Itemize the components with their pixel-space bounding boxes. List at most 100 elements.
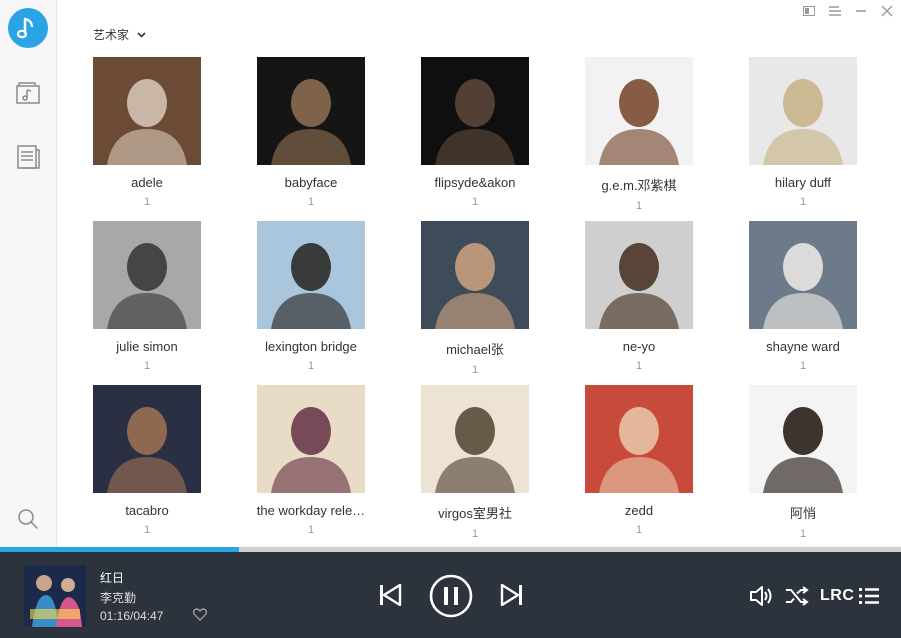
artist-song-count: 1 bbox=[307, 524, 315, 536]
artist-song-count: 1 bbox=[635, 524, 643, 536]
music-folder-icon bbox=[16, 82, 40, 104]
artist-name: g.e.m.邓紫棋 bbox=[601, 178, 677, 193]
artist-name: flipsyde&akon bbox=[434, 175, 516, 190]
artist-card[interactable]: adele 1 bbox=[93, 57, 201, 208]
mini-mode-button[interactable] bbox=[801, 4, 817, 18]
artist-card[interactable]: the workday rele… 1 bbox=[257, 385, 365, 536]
artist-photo bbox=[749, 57, 857, 165]
window-controls bbox=[801, 4, 895, 18]
next-track-button[interactable] bbox=[499, 582, 525, 608]
artist-card[interactable]: hilary duff 1 bbox=[749, 57, 857, 208]
skip-forward-icon bbox=[500, 584, 522, 606]
artist-card[interactable]: 阿悄 1 bbox=[749, 385, 857, 540]
artist-photo bbox=[585, 385, 693, 493]
artist-photo bbox=[585, 221, 693, 329]
volume-icon bbox=[750, 586, 772, 606]
artist-card[interactable]: julie simon 1 bbox=[93, 221, 201, 372]
artist-photo bbox=[421, 221, 529, 329]
artist-song-count: 1 bbox=[799, 196, 807, 208]
track-time: 01:16/04:47 bbox=[100, 609, 164, 623]
artist-song-count: 1 bbox=[143, 196, 151, 208]
close-button[interactable] bbox=[879, 4, 895, 18]
pause-icon bbox=[429, 574, 473, 618]
artist-song-count: 1 bbox=[635, 360, 643, 372]
artist-name: michael张 bbox=[446, 342, 504, 357]
minimize-button[interactable] bbox=[853, 4, 869, 18]
artist-song-count: 1 bbox=[143, 360, 151, 372]
favorite-button[interactable] bbox=[193, 608, 209, 624]
close-icon bbox=[881, 5, 893, 17]
artist-song-count: 1 bbox=[799, 360, 807, 372]
artist-card[interactable]: flipsyde&akon 1 bbox=[421, 57, 529, 208]
artist-card[interactable]: babyface 1 bbox=[257, 57, 365, 208]
shuffle-button[interactable] bbox=[784, 584, 810, 608]
chevron-down-icon bbox=[137, 31, 146, 38]
mini-mode-icon bbox=[803, 6, 815, 16]
artist-photo bbox=[93, 221, 201, 329]
artist-photo bbox=[749, 221, 857, 329]
play-pause-button[interactable] bbox=[429, 574, 473, 618]
artist-card[interactable]: michael张 1 bbox=[421, 221, 529, 376]
artist-name: julie simon bbox=[116, 339, 178, 354]
artist-card[interactable]: g.e.m.邓紫棋 1 bbox=[585, 57, 693, 212]
volume-button[interactable] bbox=[749, 584, 775, 608]
artist-photo bbox=[421, 57, 529, 165]
playlist-button[interactable] bbox=[857, 584, 881, 608]
minimize-icon bbox=[856, 10, 866, 12]
skip-back-icon bbox=[380, 584, 402, 606]
artist-song-count: 1 bbox=[307, 196, 315, 208]
player-bar: 红日 李克勤 01:16/04:47 LRC bbox=[0, 552, 901, 638]
sidebar-item-playlist[interactable] bbox=[13, 142, 43, 172]
artist-name: tacabro bbox=[125, 503, 169, 518]
sidebar-item-music-library[interactable] bbox=[13, 78, 43, 108]
artist-photo bbox=[257, 221, 365, 329]
playlist-icon bbox=[859, 588, 879, 604]
artist-song-count: 1 bbox=[471, 364, 479, 376]
artist-name: the workday rele… bbox=[256, 503, 366, 518]
artist-name: shayne ward bbox=[766, 339, 840, 354]
artist-photo bbox=[257, 57, 365, 165]
artist-card[interactable]: virgos室男社 1 bbox=[421, 385, 529, 540]
menu-button[interactable] bbox=[827, 4, 843, 18]
menu-icon bbox=[829, 6, 841, 16]
artist-filter-dropdown[interactable]: 艺术家 bbox=[93, 26, 146, 43]
search-icon bbox=[18, 509, 38, 529]
track-title: 红日 bbox=[100, 571, 125, 585]
artist-card[interactable]: tacabro 1 bbox=[93, 385, 201, 536]
artist-card[interactable]: lexington bridge 1 bbox=[257, 221, 365, 372]
artist-card[interactable]: shayne ward 1 bbox=[749, 221, 857, 372]
artist-name: virgos室男社 bbox=[438, 506, 512, 521]
artist-photo bbox=[749, 385, 857, 493]
artist-card[interactable]: zedd 1 bbox=[585, 385, 693, 536]
heart-icon bbox=[193, 608, 207, 621]
artist-song-count: 1 bbox=[307, 360, 315, 372]
artist-photo bbox=[585, 57, 693, 165]
artist-card[interactable]: ne-yo 1 bbox=[585, 221, 693, 372]
artist-name: ne-yo bbox=[622, 339, 656, 354]
artist-song-count: 1 bbox=[471, 528, 479, 540]
artist-name: zedd bbox=[624, 503, 654, 518]
lyrics-button[interactable]: LRC bbox=[820, 587, 854, 605]
filter-label: 艺术家 bbox=[93, 28, 130, 42]
app-logo[interactable] bbox=[8, 8, 48, 48]
document-list-icon bbox=[17, 145, 40, 169]
artist-name: babyface bbox=[284, 175, 338, 190]
sidebar bbox=[0, 0, 57, 547]
artist-photo bbox=[93, 385, 201, 493]
artist-song-count: 1 bbox=[143, 524, 151, 536]
artist-name: adele bbox=[131, 175, 163, 190]
artist-photo bbox=[421, 385, 529, 493]
sidebar-item-search[interactable] bbox=[13, 504, 43, 534]
artist-photo bbox=[257, 385, 365, 493]
artist-name: hilary duff bbox=[774, 175, 832, 190]
artist-name: lexington bridge bbox=[265, 339, 357, 354]
artist-song-count: 1 bbox=[471, 196, 479, 208]
previous-track-button[interactable] bbox=[377, 582, 403, 608]
artist-song-count: 1 bbox=[799, 528, 807, 540]
artist-song-count: 1 bbox=[635, 200, 643, 212]
artist-photo bbox=[93, 57, 201, 165]
track-artist: 李克勤 bbox=[100, 591, 137, 605]
artist-name: 阿悄 bbox=[789, 506, 816, 521]
album-cover[interactable] bbox=[24, 565, 86, 627]
music-note-icon bbox=[16, 17, 34, 39]
